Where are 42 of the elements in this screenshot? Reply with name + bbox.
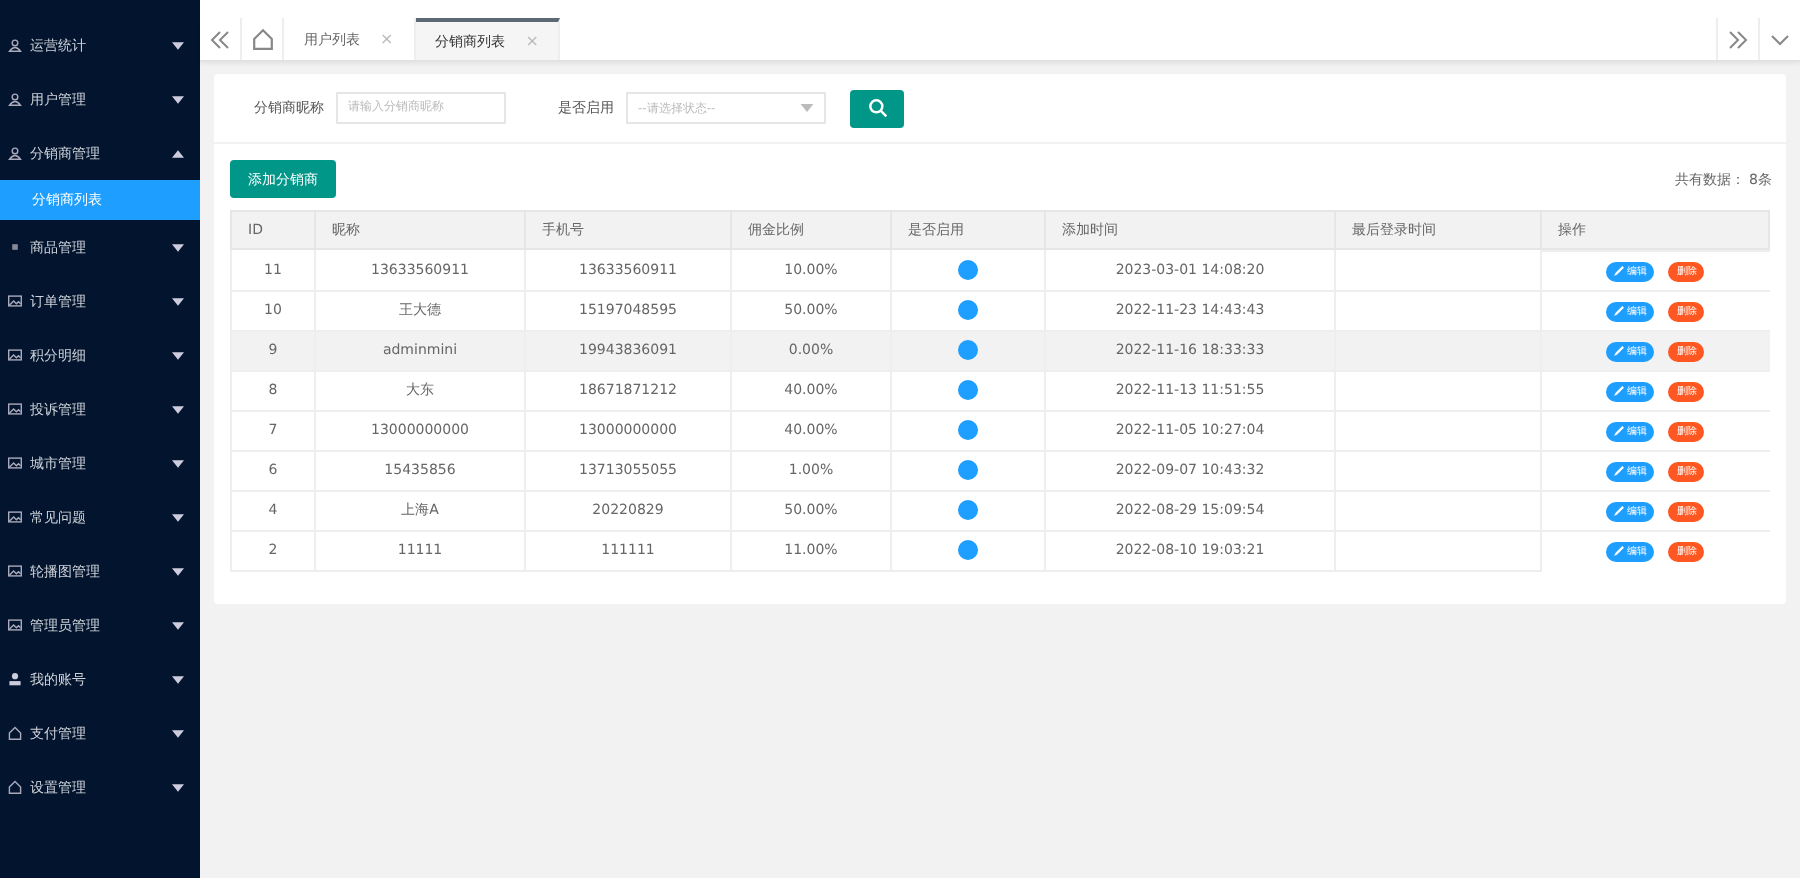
img-icon — [8, 618, 22, 632]
person-icon — [8, 672, 22, 686]
pencil-icon — [1614, 546, 1625, 556]
user-icon — [8, 92, 22, 106]
status-toggle[interactable] — [958, 300, 978, 320]
home-icon — [8, 780, 22, 794]
close-icon[interactable]: × — [525, 32, 539, 50]
dropdown-button[interactable] — [1758, 18, 1800, 60]
double-chevron-left-icon — [210, 29, 230, 49]
close-icon[interactable]: × — [380, 30, 394, 48]
home-icon — [8, 726, 22, 740]
user-icon — [8, 146, 22, 160]
pencil-icon — [1614, 346, 1625, 356]
pencil-icon — [1614, 466, 1625, 476]
double-chevron-right-icon — [1728, 29, 1748, 49]
img-icon — [8, 564, 22, 578]
img-icon — [8, 456, 22, 470]
pencil-icon — [1614, 386, 1625, 396]
caret-icon — [800, 104, 814, 112]
img-icon — [8, 510, 22, 524]
status-toggle[interactable] — [958, 380, 978, 400]
pencil-icon — [1614, 266, 1625, 276]
status-toggle[interactable] — [958, 500, 978, 520]
search-button[interactable] — [850, 89, 904, 127]
pencil-icon — [1614, 426, 1625, 436]
chevron-down-icon — [1770, 33, 1790, 45]
img-icon — [8, 402, 22, 416]
user-icon — [8, 38, 22, 52]
home-button[interactable] — [242, 18, 284, 60]
collapse-left-button[interactable] — [200, 18, 242, 60]
status-toggle[interactable] — [958, 340, 978, 360]
img-icon — [8, 348, 22, 362]
search-icon — [867, 98, 887, 118]
status-toggle[interactable] — [958, 460, 978, 480]
home-icon — [251, 28, 273, 50]
pencil-icon — [1614, 506, 1625, 516]
status-toggle[interactable] — [958, 540, 978, 560]
pencil-icon — [1614, 306, 1625, 316]
img-icon — [8, 294, 22, 308]
status-toggle[interactable] — [958, 420, 978, 440]
status-toggle[interactable] — [958, 259, 978, 280]
scroll-right-button[interactable] — [1716, 18, 1758, 60]
